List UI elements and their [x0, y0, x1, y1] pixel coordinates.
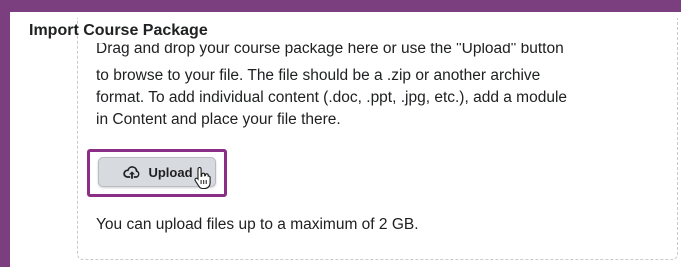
drop-zone-instructions: Drag and drop your course package here o…: [96, 43, 661, 131]
window-frame-top: [0, 0, 681, 12]
instruction-line: Drag and drop your course package here o…: [96, 43, 564, 57]
window-frame-left: [0, 0, 10, 267]
instruction-line: to browse to your file. The file should …: [96, 67, 541, 84]
upload-size-limit-note: You can upload files up to a maximum of …: [96, 216, 419, 233]
section-title: Import Course Package: [29, 22, 208, 39]
cloud-upload-icon: [123, 166, 140, 179]
hand-pointer-icon: [194, 166, 211, 190]
upload-button-label: Upload: [148, 164, 193, 180]
instruction-line: format. To add individual content (.doc,…: [96, 89, 568, 106]
instruction-line: in Content and place your file there.: [96, 111, 341, 128]
